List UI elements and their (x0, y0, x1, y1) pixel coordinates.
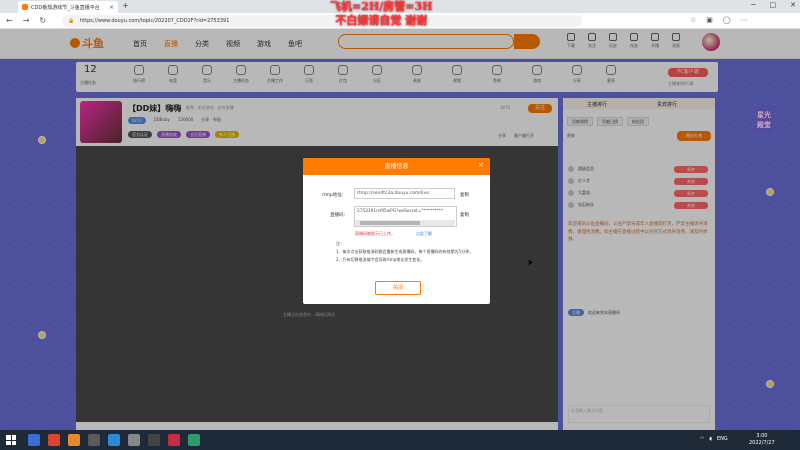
lock-icon: 🔒 (68, 18, 75, 24)
douyu-favicon-icon (22, 4, 28, 10)
note-item: 2、只有切换推流域才会导致rtmp地址发生变化。 (336, 257, 425, 262)
rtmp-label: rtmp地址: (322, 193, 344, 198)
minimize-icon[interactable]: ─ (751, 1, 755, 9)
app-icon[interactable] (68, 434, 80, 446)
taskbar-clock[interactable]: 3:00 2022/7/27 (749, 433, 775, 447)
input-language[interactable]: ENG (717, 436, 728, 442)
app-icon[interactable] (128, 434, 140, 446)
copy-rtmp-button[interactable]: 复制 (460, 192, 469, 198)
dialog-close-button[interactable]: 关闭 (375, 281, 421, 295)
edge-icon[interactable] (188, 434, 200, 446)
dialog-notes: 注： 1、每次点击获取推流码都会重新生成直播码，每个直播码的有效期为5分钟。 2… (336, 240, 476, 264)
window-close-icon[interactable]: ✕ (790, 1, 796, 9)
rtmp-field[interactable]: rtmp://sendtc3a.douyu.com/live (354, 188, 455, 199)
app-icon[interactable] (48, 434, 60, 446)
app-icon[interactable] (88, 434, 100, 446)
profile-icon[interactable]: ◯ (723, 16, 731, 24)
url-text: https://www.douyu.com/topic/202207_CDD2F… (80, 18, 230, 24)
code-warning: 直播码被提示已上传。 (355, 231, 395, 236)
url-field[interactable]: 🔒 https://www.douyu.com/topic/202207_CDD… (62, 15, 582, 27)
notes-title: 注： (336, 241, 344, 246)
network-icon[interactable]: ◠ (700, 436, 704, 442)
browser-tab[interactable]: CDD番茄游戏节_斗鱼直播平台 × (18, 1, 118, 13)
copy-code-button[interactable]: 复制 (460, 212, 469, 218)
windows-start-icon[interactable] (6, 435, 16, 445)
dialog-title: 直播信息 (384, 163, 409, 170)
browser-toolbar-icons: ☆ ▣ ◯ ⋯ (690, 16, 748, 24)
code-scrollbar-thumb[interactable] (360, 221, 420, 225)
dialog-close-icon[interactable]: × (478, 161, 484, 169)
window-controls: ─ □ ✕ (751, 1, 796, 9)
volume-icon[interactable]: ◖ (709, 436, 712, 442)
tab-close-icon[interactable]: × (109, 4, 114, 11)
collections-icon[interactable]: ▣ (706, 16, 713, 24)
note-item: 1、每次点击获取推流码都会重新生成直播码，每个直播码的有效期为5分钟。 (336, 249, 474, 254)
clock-time: 3:00 (756, 433, 768, 439)
back-icon[interactable]: ← (6, 16, 13, 25)
tab-title: CDD番茄游戏节_斗鱼直播平台 (31, 4, 100, 11)
refresh-icon[interactable]: ↻ (39, 16, 46, 25)
stream-code-label: 直播码: (330, 213, 346, 218)
app-icon[interactable] (108, 434, 120, 446)
new-tab-button[interactable]: + (122, 1, 129, 10)
maximize-icon[interactable]: □ (770, 1, 777, 9)
taskbar-apps (28, 434, 200, 446)
forward-icon[interactable]: → (23, 16, 30, 25)
app-icon[interactable] (28, 434, 40, 446)
system-tray: ◠ ◖ ENG (700, 436, 728, 442)
nav-buttons: ← → ↻ (6, 16, 46, 25)
app-icon[interactable] (148, 434, 160, 446)
stream-overlay-text: 飞机=2H/房管=3H 不白嫖请自觉 谢谢 (330, 0, 433, 27)
favorite-icon[interactable]: ☆ (690, 16, 696, 24)
app-icon[interactable] (168, 434, 180, 446)
clock-date: 2022/7/27 (749, 440, 775, 446)
learn-more-link[interactable]: 点此了解 (416, 231, 432, 237)
mouse-cursor-icon: ➤ (527, 258, 534, 267)
menu-icon[interactable]: ⋯ (741, 16, 748, 24)
